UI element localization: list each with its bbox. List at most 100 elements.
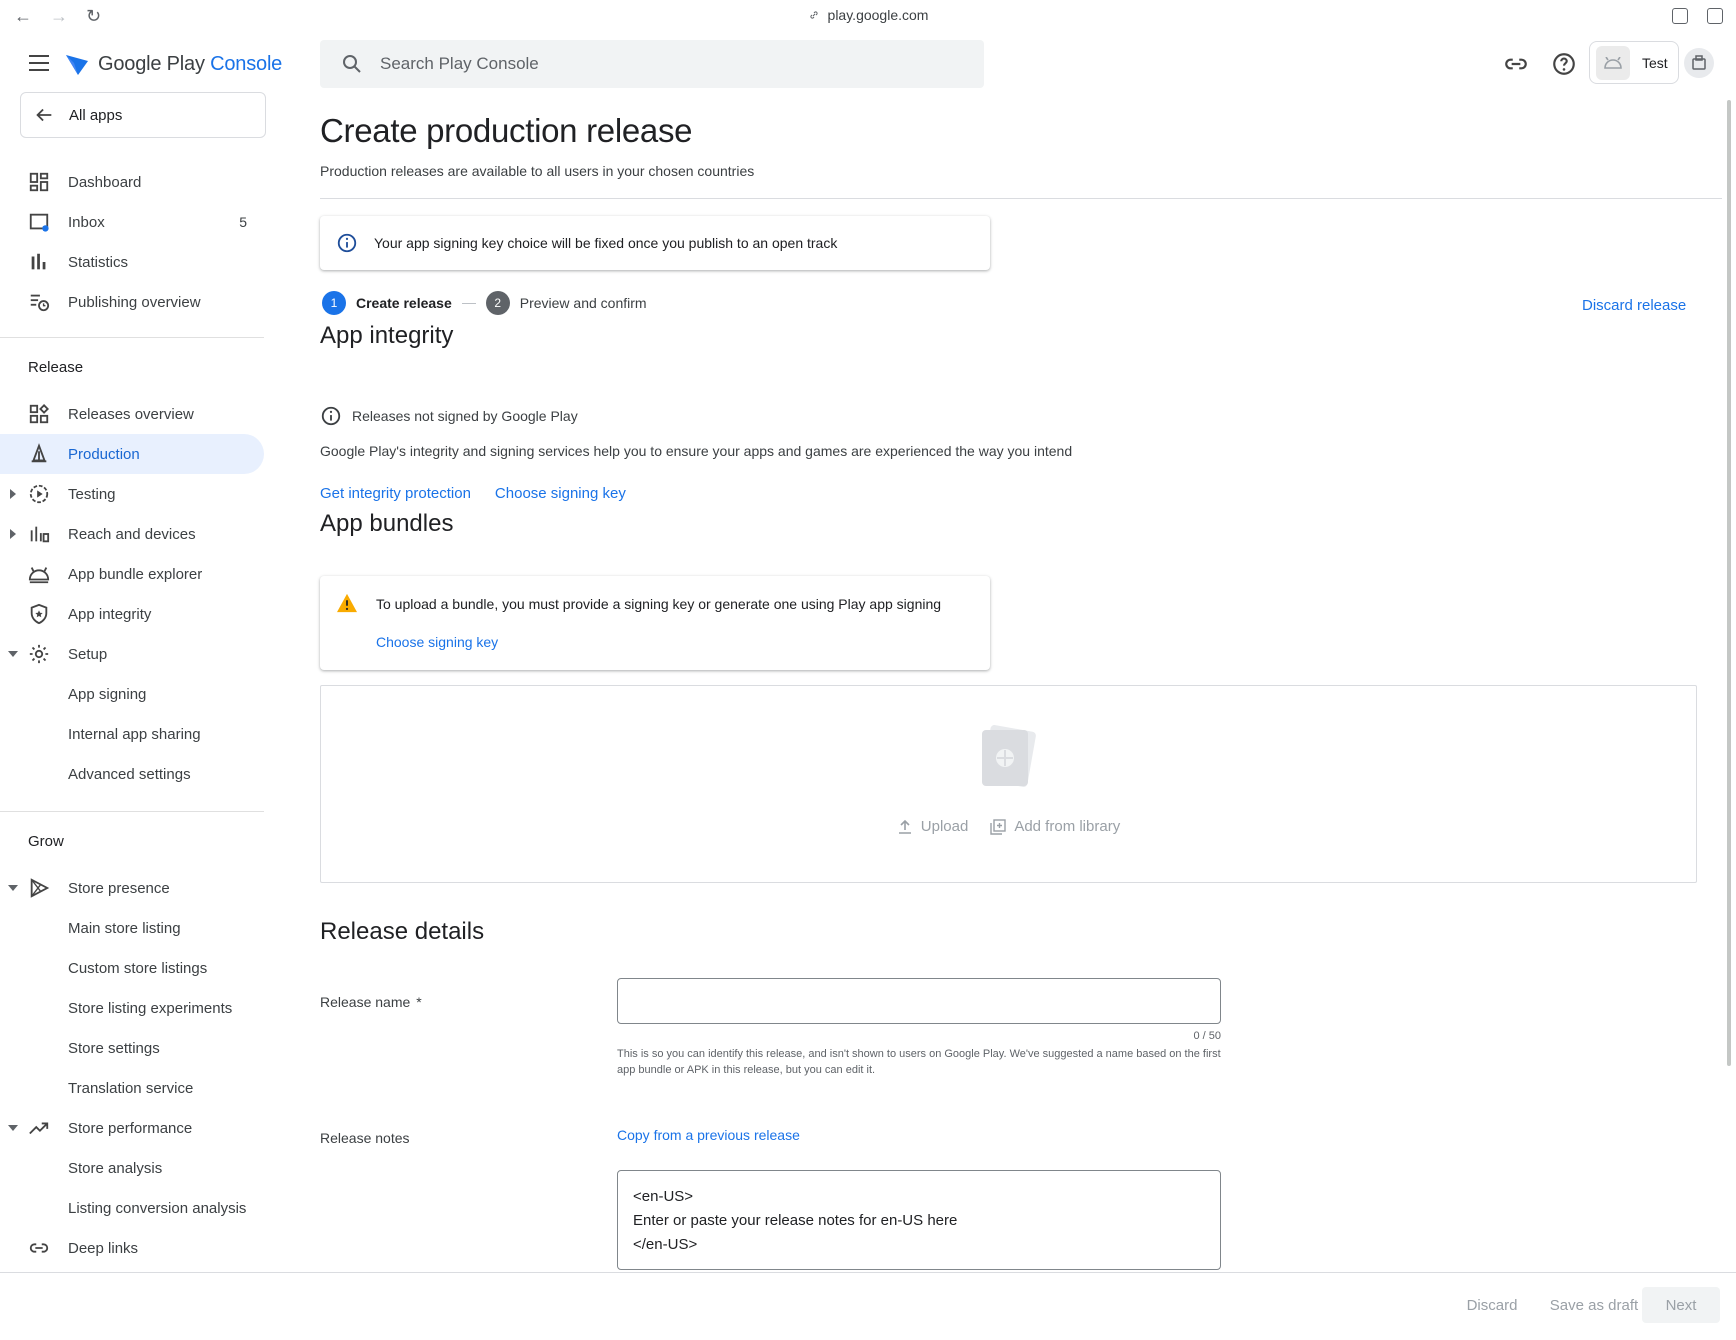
- sidebar-item-dashboard[interactable]: Dashboard: [0, 162, 264, 202]
- integrity-status-text: Releases not signed by Google Play: [352, 408, 578, 424]
- signing-key-warning-card: To upload a bundle, you must provide a s…: [320, 576, 990, 670]
- play-console-logo[interactable]: Google Play Console: [64, 51, 282, 77]
- search-input[interactable]: [380, 54, 940, 74]
- sidebar-item-store-performance[interactable]: Store performance: [0, 1108, 264, 1148]
- sidebar-item-deep-links[interactable]: Deep links: [0, 1228, 264, 1268]
- expand-caret-icon[interactable]: [10, 489, 16, 499]
- sidebar-item-label: Setup: [68, 645, 108, 663]
- collapse-caret-icon[interactable]: [8, 651, 18, 657]
- sidebar-item-main-store-listing[interactable]: Main store listing: [0, 908, 264, 948]
- sidebar-item-label: Reach and devices: [68, 525, 196, 543]
- expand-caret-icon[interactable]: [10, 529, 16, 539]
- info-banner-text: Your app signing key choice will be fixe…: [374, 235, 838, 251]
- address-bar[interactable]: play.google.com: [0, 7, 1736, 23]
- next-button[interactable]: Next: [1642, 1287, 1720, 1323]
- sidebar-item-testing[interactable]: Testing: [0, 474, 264, 514]
- sidebar-item-statistics[interactable]: Statistics: [0, 242, 264, 282]
- integrity-description: Google Play's integrity and signing serv…: [320, 443, 1073, 459]
- sidebar-item-publishing-overview[interactable]: Publishing overview: [0, 282, 264, 322]
- sidebar-item-translation-service[interactable]: Translation service: [0, 1068, 264, 1108]
- release-name-counter: 0 / 50: [1193, 1030, 1221, 1042]
- info-icon: [337, 233, 357, 253]
- sidebar-item-label: Advanced settings: [68, 765, 191, 783]
- search-bar[interactable]: [320, 40, 984, 88]
- release-stepper: 1 Create release 2 Preview and confirm: [322, 290, 647, 316]
- step-create-release[interactable]: Create release: [356, 295, 452, 311]
- link-icon[interactable]: [1503, 51, 1529, 77]
- arrow-back-icon: [36, 108, 52, 122]
- sidebar-item-internal-app-sharing[interactable]: Internal app sharing: [0, 714, 264, 754]
- step-connector: [461, 302, 476, 304]
- publishing-icon: [30, 294, 50, 312]
- bundle-dropzone[interactable]: Upload Add from library: [320, 685, 1697, 883]
- bundle-explorer-icon: [28, 567, 50, 584]
- sidebar-item-setup[interactable]: Setup: [0, 634, 264, 674]
- signing-key-info-banner: Your app signing key choice will be fixe…: [320, 216, 990, 270]
- extension-icon[interactable]: [1672, 8, 1688, 24]
- app-bundles-heading: App bundles: [320, 510, 454, 537]
- page-scrollbar[interactable]: [1727, 100, 1731, 1066]
- sidebar-item-releases-overview[interactable]: Releases overview: [0, 394, 264, 434]
- sidebar-item-store-analysis[interactable]: Store analysis: [0, 1148, 264, 1188]
- browser-toolbar: ← → ↻ play.google.com: [0, 0, 1736, 32]
- add-from-library-button[interactable]: Add from library: [990, 818, 1120, 835]
- link-icon: [29, 1243, 49, 1253]
- link-icon: [809, 11, 818, 19]
- warning-choose-signing-key-link[interactable]: Choose signing key: [376, 634, 498, 650]
- sidebar-item-production[interactable]: Production: [0, 434, 264, 474]
- app-avatar: [1596, 45, 1630, 80]
- choose-signing-key-link[interactable]: Choose signing key: [495, 485, 626, 502]
- warning-icon: [337, 593, 357, 613]
- all-apps-button[interactable]: All apps: [20, 92, 266, 138]
- step-number-1: 1: [322, 291, 346, 315]
- release-name-helper: This is so you can identify this release…: [617, 1048, 1221, 1076]
- sidebar-item-reach-devices[interactable]: Reach and devices: [0, 514, 264, 554]
- sidebar-item-listing-conversion-analysis[interactable]: Listing conversion analysis: [0, 1188, 264, 1228]
- sidebar-item-store-presence[interactable]: Store presence: [0, 868, 264, 908]
- get-integrity-protection-link[interactable]: Get integrity protection: [320, 485, 471, 502]
- sidebar-item-label: Production: [68, 445, 140, 463]
- discard-button[interactable]: Discard: [1454, 1287, 1530, 1323]
- developer-account-icon[interactable]: [1684, 48, 1714, 78]
- collapse-caret-icon[interactable]: [8, 1125, 18, 1131]
- account-switcher[interactable]: Test: [1589, 41, 1679, 84]
- play-console-icon: [66, 55, 88, 75]
- sidebar-item-label: Testing: [68, 485, 116, 503]
- search-icon: [343, 55, 361, 73]
- store-presence-icon: [30, 878, 50, 898]
- header-divider: [320, 198, 1722, 199]
- sidebar-item-label: Statistics: [68, 253, 129, 271]
- sidebar-item-advanced-settings[interactable]: Advanced settings: [0, 754, 264, 794]
- sidebar-item-label: Deep links: [68, 1239, 139, 1257]
- sidebar-item-app-integrity[interactable]: App integrity: [0, 594, 264, 634]
- release-notes-textarea[interactable]: <en-US> Enter or paste your release note…: [617, 1170, 1221, 1270]
- sidebar-item-custom-store-listings[interactable]: Custom store listings: [0, 948, 264, 988]
- statistics-icon: [31, 253, 46, 270]
- sidebar-item-label: Releases overview: [68, 405, 194, 423]
- discard-release-link[interactable]: Discard release: [1582, 297, 1686, 314]
- gear-icon: [29, 644, 49, 664]
- sidebar-item-label: Store listing experiments: [68, 999, 233, 1017]
- upload-button[interactable]: Upload: [897, 818, 969, 835]
- integrity-links: Get integrity protection Choose signing …: [320, 485, 626, 502]
- sidebar-divider: [0, 337, 264, 338]
- collapse-caret-icon[interactable]: [8, 885, 18, 891]
- sidebar-toggle-icon[interactable]: [1707, 8, 1723, 24]
- release-notes-label: Release notes: [320, 1130, 410, 1146]
- upload-label: Upload: [920, 818, 969, 835]
- release-name-input[interactable]: [617, 978, 1221, 1024]
- help-icon[interactable]: [1551, 51, 1577, 77]
- sidebar-item-store-listing-experiments[interactable]: Store listing experiments: [0, 988, 264, 1028]
- sidebar-item-inbox[interactable]: Inbox 5: [0, 202, 264, 242]
- sidebar-item-app-signing[interactable]: App signing: [0, 674, 264, 714]
- step-preview-confirm[interactable]: Preview and confirm: [520, 295, 647, 311]
- sidebar-item-label: Store settings: [68, 1039, 160, 1057]
- save-draft-button[interactable]: Save as draft: [1536, 1287, 1652, 1323]
- sidebar-item-label: App signing: [68, 685, 147, 703]
- account-name: Test: [1642, 54, 1668, 71]
- menu-icon[interactable]: [29, 55, 49, 73]
- sidebar-item-app-bundle-explorer[interactable]: App bundle explorer: [0, 554, 264, 594]
- sidebar-item-store-settings[interactable]: Store settings: [0, 1028, 264, 1068]
- copy-from-previous-release-link[interactable]: Copy from a previous release: [617, 1127, 800, 1143]
- sidebar: All apps Dashboard Inbox 5 Statistics Pu…: [0, 92, 266, 1272]
